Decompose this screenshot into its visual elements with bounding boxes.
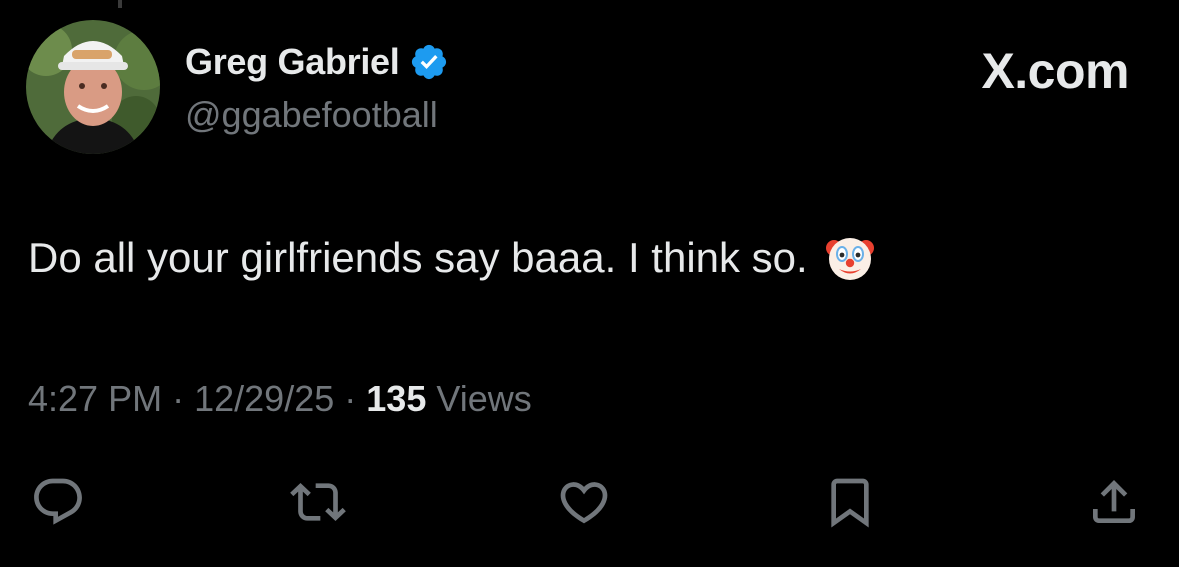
views-label[interactable]: Views [436,378,531,419]
heart-icon [560,482,608,524]
clown-face-emoji [825,238,874,280]
tweet-body: Do all your girlfriends say baaa. I thin… [28,232,876,284]
views-count[interactable]: 135 [366,378,426,419]
tweet-date[interactable]: 12/29/25 [194,378,334,419]
like-button[interactable] [552,470,616,534]
avatar[interactable] [26,20,160,154]
avatar-image [26,20,160,154]
tweet-time[interactable]: 4:27 PM [28,378,162,419]
tweet-meta: 4:27 PM · 12/29/25 · 135 Views [28,378,532,420]
author-name-row[interactable]: Greg Gabriel [185,40,449,84]
meta-separator: · [172,378,185,419]
reply-icon [34,478,82,525]
action-bar [0,470,1179,534]
verified-check-icon [412,44,447,80]
reply-button[interactable] [26,470,90,534]
meta-separator: · [344,378,357,419]
bookmark-icon [831,478,869,528]
share-button[interactable] [1082,470,1146,534]
share-icon [1093,480,1135,523]
author-handle[interactable]: @ggabefootball [185,94,438,136]
bookmark-button[interactable] [818,470,882,534]
tweet-text: Do all your girlfriends say baaa. I thin… [28,234,808,281]
retweet-icon [290,483,346,521]
author-display-name[interactable]: Greg Gabriel [185,41,400,83]
top-divider-tick [118,0,122,8]
retweet-button[interactable] [286,470,350,534]
brand-watermark: X.com [981,43,1129,99]
